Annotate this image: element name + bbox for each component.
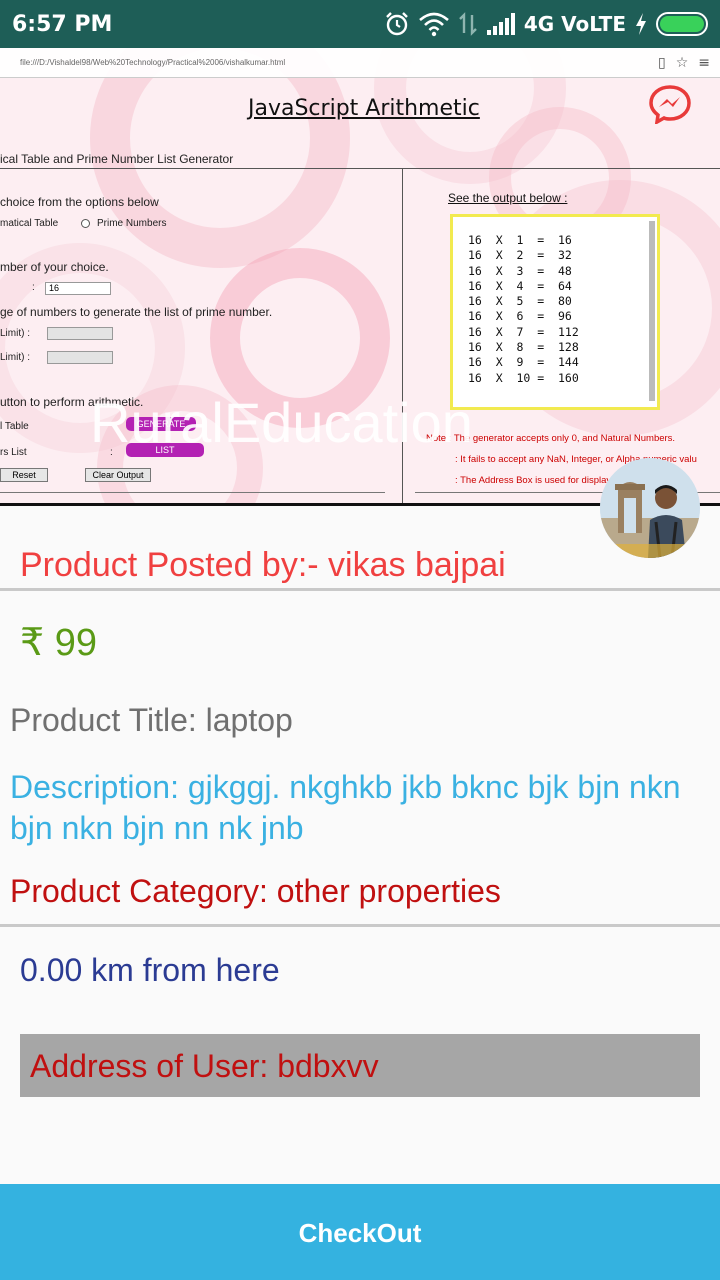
divider <box>0 588 720 591</box>
posted-by-text: Product Posted by:- vikas bajpai <box>20 546 506 584</box>
screenshot-subtitle: ical Table and Prime Number List Generat… <box>0 152 234 166</box>
choice-prompt: choice from the options below <box>0 195 159 209</box>
rupee-icon: ₹ <box>20 620 45 664</box>
output-row: 16 X 7 = 112 <box>468 324 579 339</box>
menu-icon: ≡ <box>698 54 710 71</box>
reader-icon: ▯ <box>657 54 666 71</box>
watermark: RuralEducation <box>90 391 473 454</box>
output-box: 16 X 1 = 16 16 X 2 = 32 16 X 3 = 48 16 X… <box>450 214 660 410</box>
output-row: 16 X 9 = 144 <box>468 355 579 370</box>
address-text: Address of User: bdbxvv <box>30 1048 379 1084</box>
signal-icon <box>486 12 516 36</box>
product-title: Product Title: laptop <box>10 702 293 738</box>
wifi-icon <box>418 11 450 37</box>
screenshot-title: JavaScript Arithmetic <box>248 96 480 121</box>
output-label: See the output below : <box>448 191 568 205</box>
number-input: 16 <box>45 282 111 295</box>
reset-button: Reset <box>0 468 48 482</box>
distance-text: 0.00 km from here <box>20 952 280 988</box>
lower-limit-input <box>47 327 113 340</box>
product-image[interactable]: file:///D:/Vishaldel98/Web%20Technology/… <box>0 48 720 506</box>
upper-limit-input <box>47 351 113 364</box>
output-row: 16 X 2 = 32 <box>468 248 572 263</box>
list-label: rs List <box>0 447 27 458</box>
data-arrows-icon <box>458 11 478 37</box>
product-category: Product Category: other properties <box>10 873 501 909</box>
output-row: 16 X 5 = 80 <box>468 294 572 309</box>
radio-label-table: matical Table <box>0 218 59 229</box>
radio-label-prime: Prime Numbers <box>97 218 167 229</box>
table-label: l Table <box>0 421 29 432</box>
address-box: Address of User: bdbxvv <box>20 1034 700 1097</box>
output-row: 16 X 8 = 128 <box>468 340 579 355</box>
battery-icon <box>656 12 708 36</box>
checkout-button[interactable]: CheckOut <box>0 1184 720 1280</box>
price-value: 99 <box>54 622 98 664</box>
number-prompt: mber of your choice. <box>0 260 109 274</box>
number-colon: : <box>32 282 35 293</box>
network-label: 4G VoLTE <box>523 12 626 36</box>
browser-icons: ▯ ☆ ≡ <box>658 55 710 71</box>
output-scrollbar <box>649 221 655 401</box>
prime-radio <box>81 219 90 228</box>
price: ₹ 99 <box>20 620 97 665</box>
product-detail-screen: 6:57 PM 4G VoLTE file:///D:/Vishaldel98/… <box>0 0 720 1280</box>
messenger-icon <box>649 85 691 124</box>
product-description: Description: gjkggj. nkghkb jkb bknc bjk… <box>10 769 681 846</box>
divider <box>0 924 720 927</box>
output-row: 16 X 10 = 160 <box>468 370 579 385</box>
avatar-photo <box>600 458 700 558</box>
star-icon: ☆ <box>675 54 689 71</box>
output-row: 16 X 1 = 16 <box>468 233 572 247</box>
column-divider <box>402 168 403 506</box>
battery-level <box>660 16 704 32</box>
status-bar: 6:57 PM 4G VoLTE <box>0 0 720 48</box>
range-prompt: ge of numbers to generate the list of pr… <box>0 305 273 319</box>
seller-avatar[interactable] <box>600 458 700 558</box>
status-icons: 4G VoLTE <box>384 11 708 37</box>
divider-line <box>0 168 720 169</box>
output-row: 16 X 6 = 96 <box>468 309 572 324</box>
browser-url: file:///D:/Vishaldel98/Web%20Technology/… <box>20 58 286 67</box>
clear-output-button: Clear Output <box>85 468 151 482</box>
browser-address-bar: file:///D:/Vishaldel98/Web%20Technology/… <box>0 48 720 78</box>
alarm-icon <box>384 11 410 37</box>
bottom-rule-left <box>0 492 385 493</box>
status-time: 6:57 PM <box>12 11 113 37</box>
output-row: 16 X 4 = 64 <box>468 278 572 293</box>
output-row: 16 X 3 = 48 <box>468 263 572 278</box>
charging-icon <box>634 12 648 36</box>
upper-limit-label: Limit) : <box>0 352 30 363</box>
lower-limit-label: Limit) : <box>0 328 30 339</box>
